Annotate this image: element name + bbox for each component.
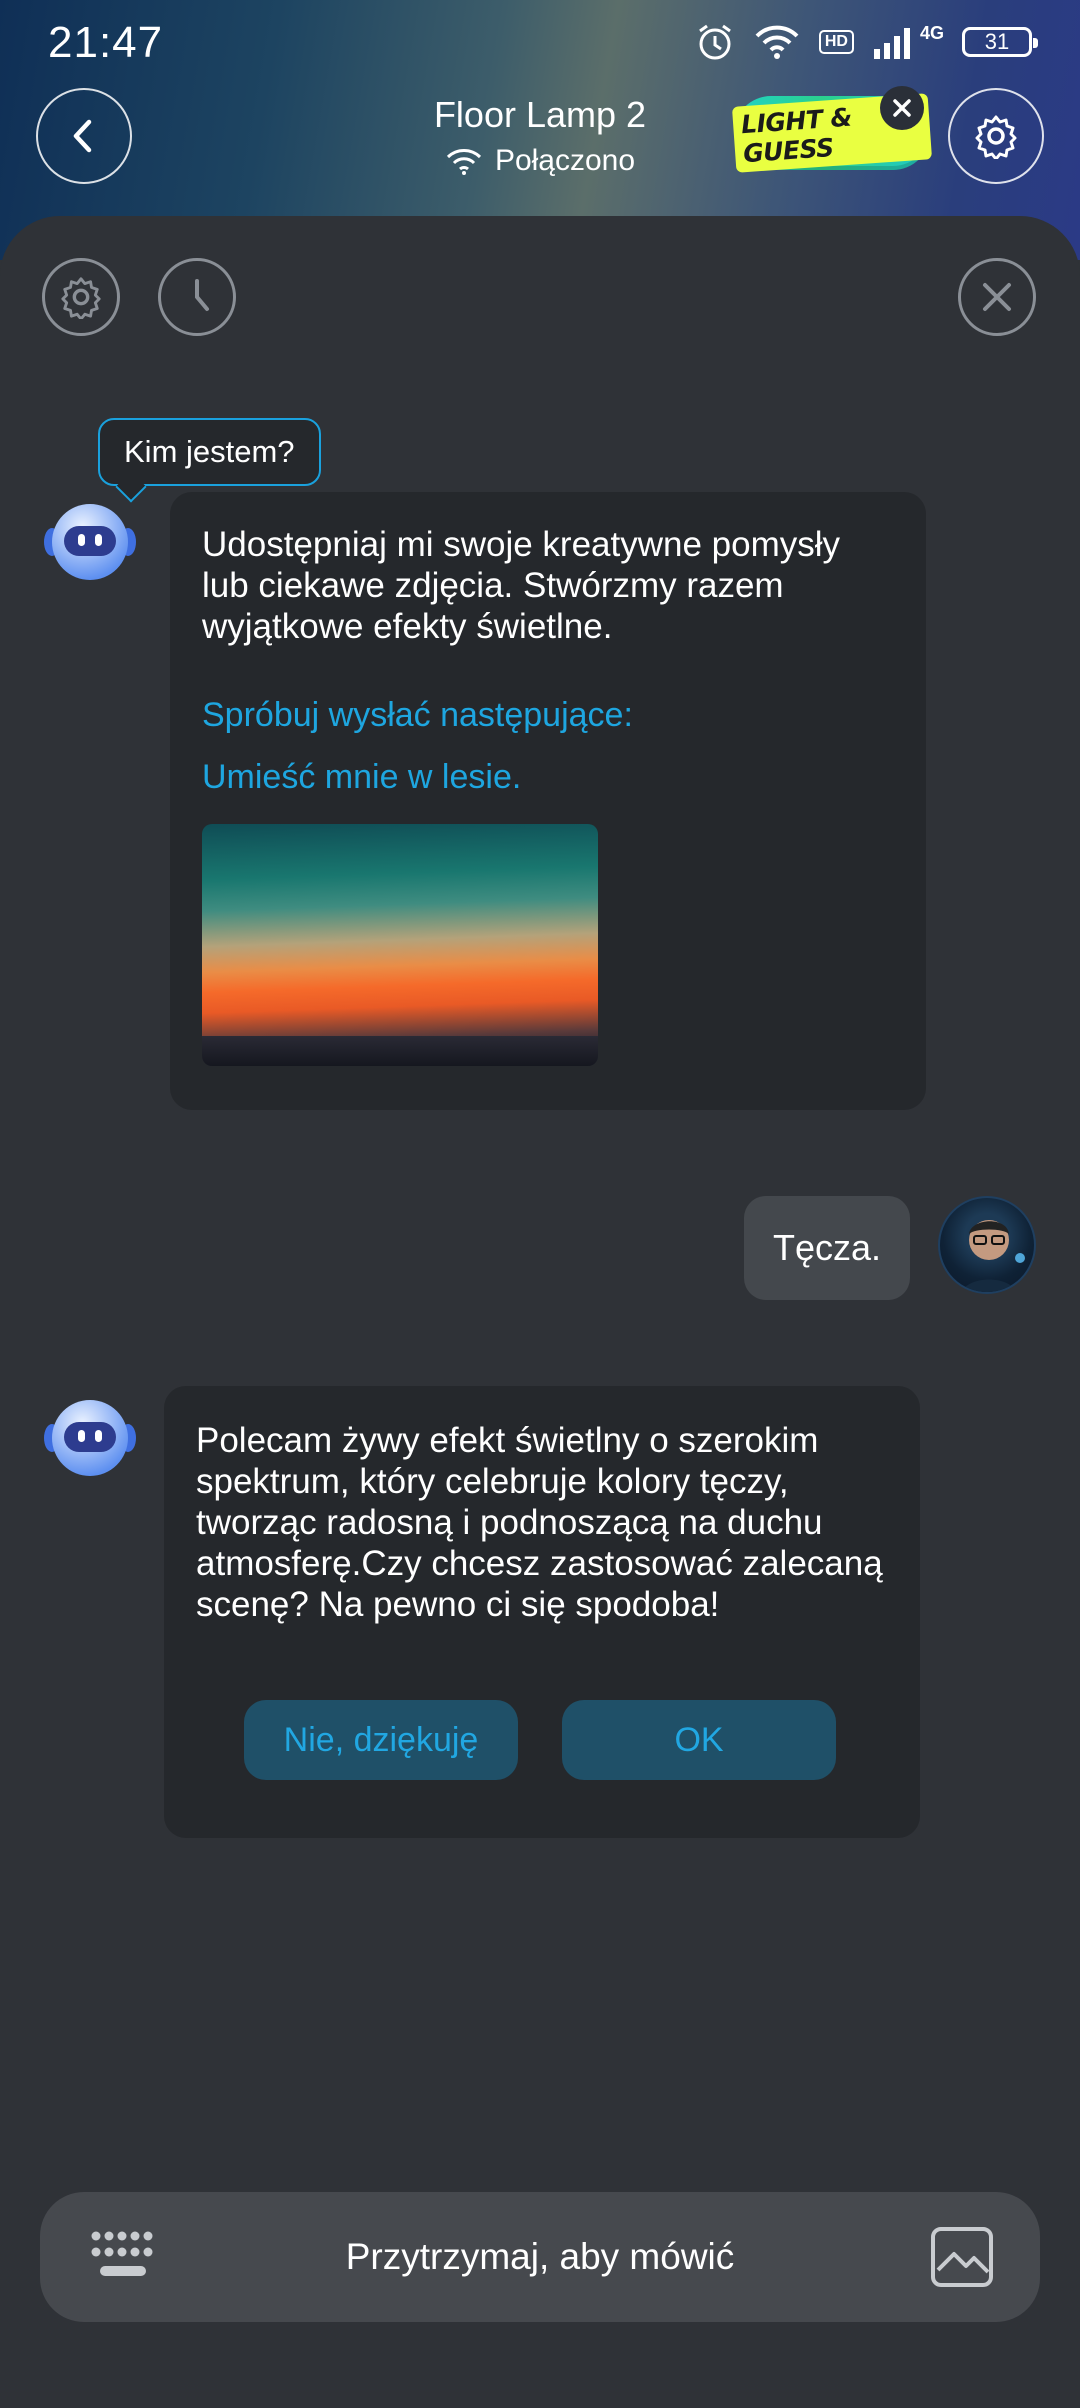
who-am-i-tooltip[interactable]: Kim jestem?	[98, 418, 321, 486]
bot-avatar	[44, 1400, 136, 1476]
user-avatar	[938, 1196, 1036, 1294]
voice-input-bar[interactable]: Przytrzymaj, aby mówić	[40, 2192, 1040, 2322]
sunset-sample-photo[interactable]	[202, 824, 598, 1066]
bot-avatar	[44, 504, 136, 580]
close-icon	[893, 99, 911, 117]
signal-icon	[873, 28, 910, 59]
history-button[interactable]	[158, 258, 236, 336]
close-assistant-button[interactable]	[958, 258, 1036, 336]
alarm-icon	[699, 24, 731, 60]
user-portrait-icon	[961, 1220, 1025, 1292]
wifi-icon	[755, 25, 799, 59]
user-message: Tęcza.	[744, 1196, 910, 1300]
hold-to-talk-label: Przytrzymaj, aby mówić	[345, 2236, 735, 2277]
battery-icon: 31	[962, 27, 1038, 57]
try-label: Spróbuj wysłać następujące:	[202, 696, 633, 734]
keyboard-icon[interactable]	[88, 2228, 158, 2284]
status-icons: HD 4G 31	[695, 22, 1038, 62]
close-icon	[983, 283, 1011, 311]
hd-icon: HD	[818, 30, 854, 54]
badge-close-button[interactable]	[880, 86, 924, 130]
assistant-settings-button[interactable]	[42, 258, 120, 336]
device-settings-button[interactable]	[948, 88, 1044, 184]
wifi-icon	[446, 149, 481, 175]
gear-icon	[61, 277, 101, 319]
ok-button[interactable]: OK	[562, 1700, 836, 1780]
suggestion-link[interactable]: Umieść mnie w lesie.	[202, 758, 521, 797]
image-icon[interactable]	[930, 2226, 994, 2288]
status-bar: 21:47 HD 4G 31	[0, 0, 1080, 84]
connection-label: Połączono	[494, 144, 636, 177]
clock-icon	[195, 279, 209, 311]
bot-intro-text: Udostępniaj mi swoje kreatywne pomysły l…	[202, 525, 841, 646]
decline-button[interactable]: Nie, dziękuję	[244, 1700, 518, 1780]
status-time: 21:47	[48, 18, 164, 67]
bot-reply-text: Polecam żywy efekt świetlny o szerokim s…	[196, 1421, 883, 1624]
network-type: 4G	[919, 22, 944, 43]
gear-icon	[975, 115, 1017, 159]
